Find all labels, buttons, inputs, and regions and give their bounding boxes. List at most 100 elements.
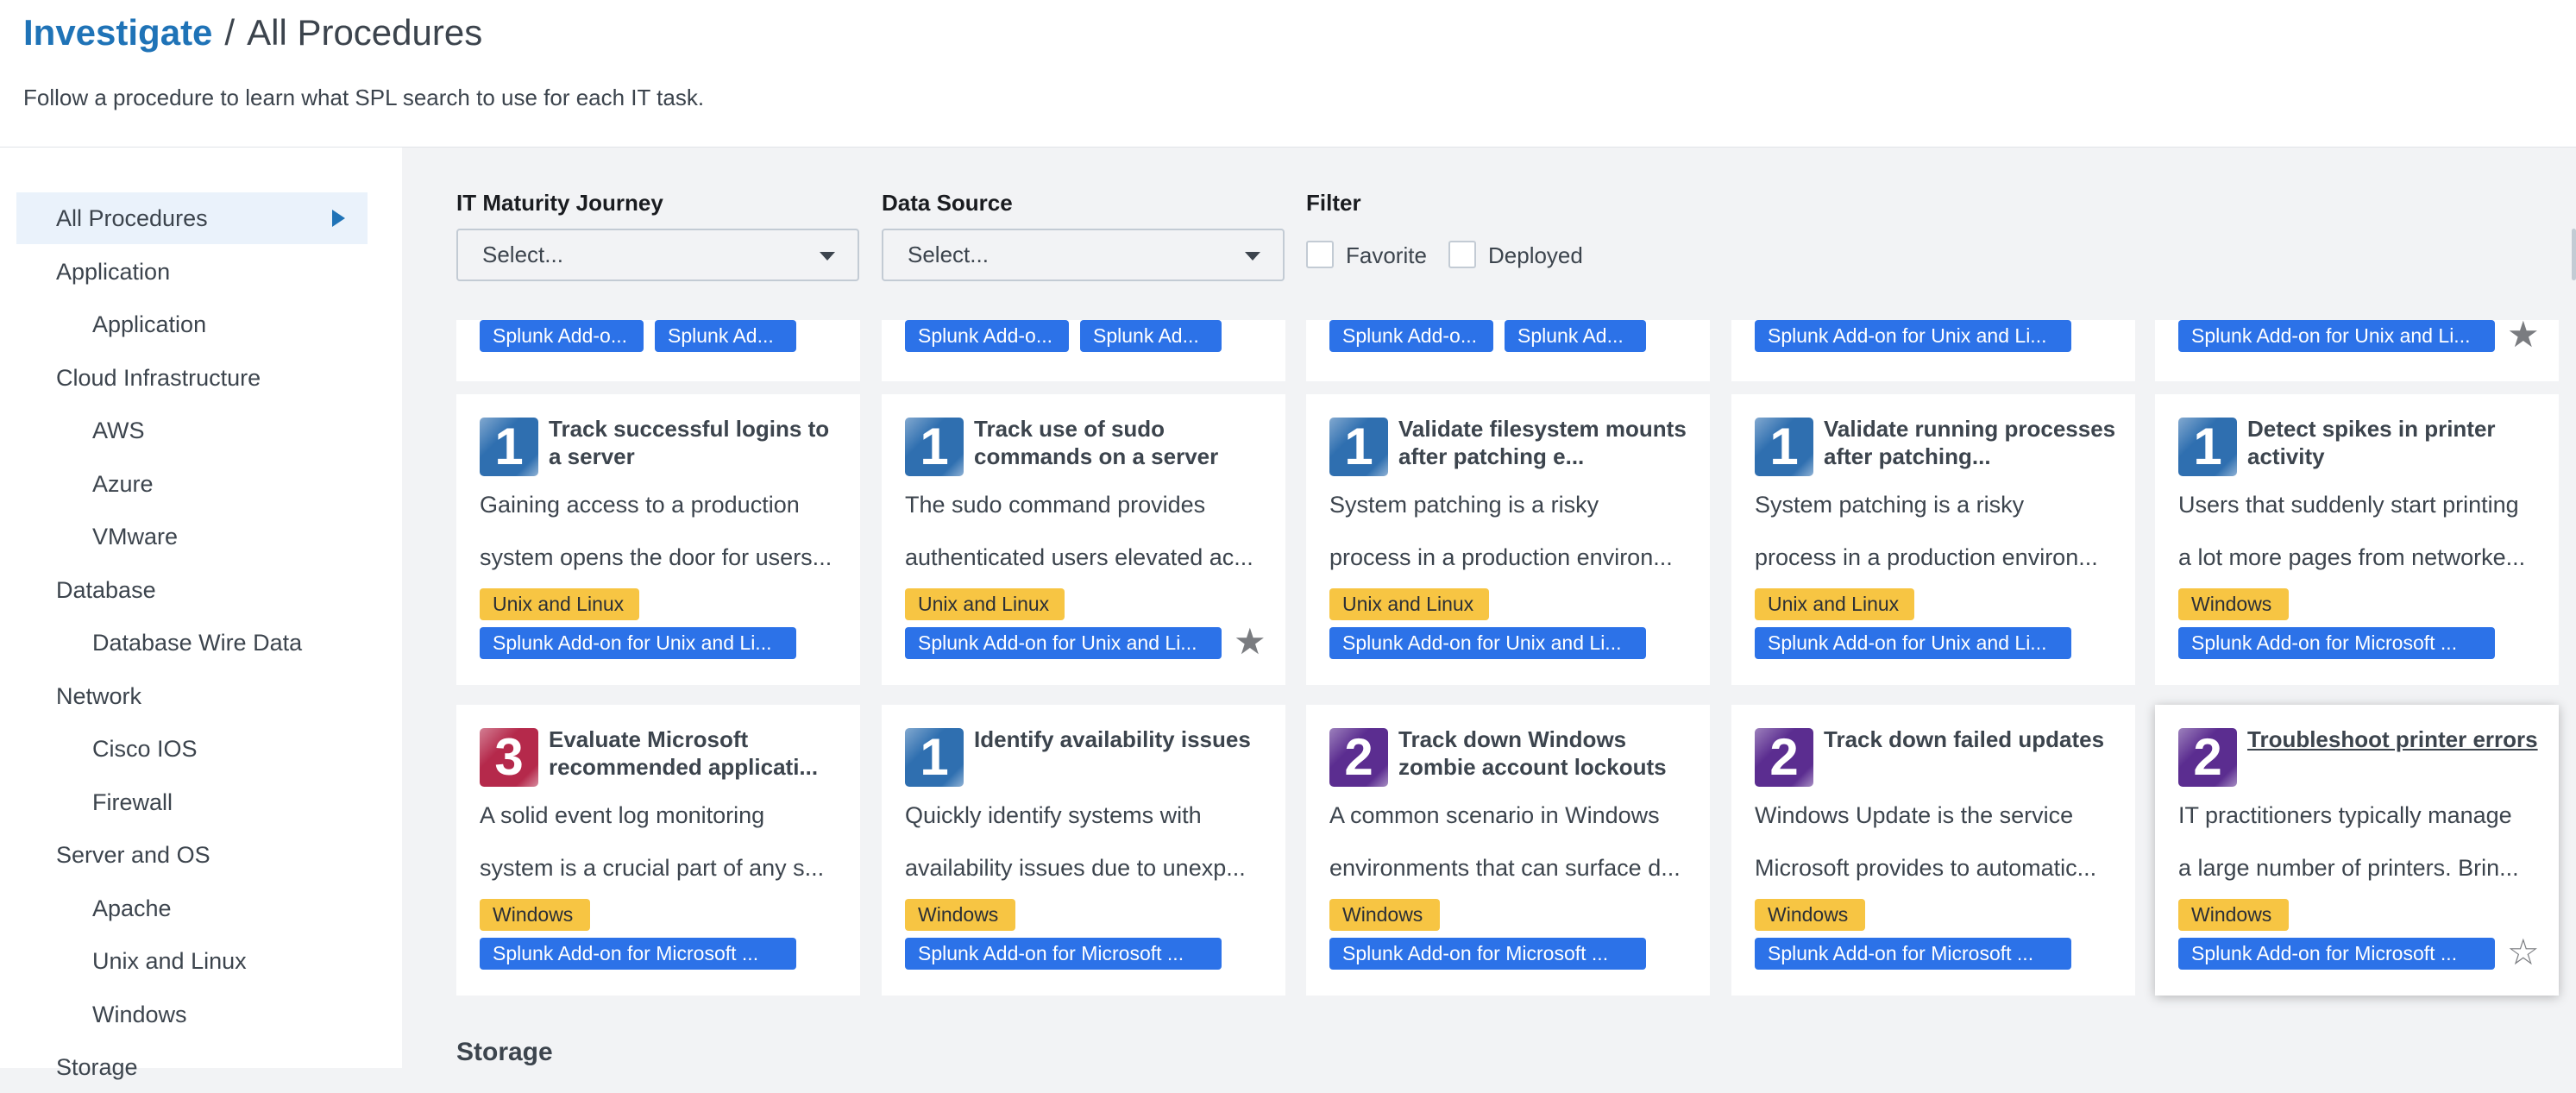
datasource-select-value: Select... — [908, 242, 989, 267]
sidebar-item[interactable]: Unix and Linux — [16, 935, 368, 987]
sidebar-item-label: Firewall — [92, 788, 173, 815]
sidebar-item[interactable]: Application — [16, 298, 368, 350]
description-line: Windows Update is the service — [1755, 802, 2074, 828]
addon-tag[interactable]: Splunk Add-on for Unix and Li... — [480, 627, 796, 659]
procedure-description: A solid event log monitoring system is a … — [480, 789, 842, 895]
procedure-title[interactable]: Validate filesystem mounts after patchin… — [1398, 415, 1692, 470]
favorite-label[interactable]: Favorite — [1346, 242, 1427, 269]
procedure-card-partial[interactable]: Splunk Add-on for Unix and Li... — [1731, 320, 2135, 381]
sidebar-item[interactable]: All Procedures — [16, 192, 368, 244]
addon-tag[interactable]: Splunk Add-o... — [1329, 320, 1493, 352]
procedure-title[interactable]: Validate running processes after patchin… — [1824, 415, 2117, 470]
sidebar-item[interactable]: Database — [16, 564, 368, 616]
sidebar-item[interactable]: Server and OS — [16, 829, 368, 881]
procedure-card-partial[interactable]: Splunk Add-o... Splunk Ad... — [456, 320, 860, 381]
procedure-card-partial[interactable]: Splunk Add-o... Splunk Ad... — [1306, 320, 1710, 381]
maturity-select[interactable]: Select... — [456, 229, 859, 281]
category-tag[interactable]: Windows — [1329, 899, 1440, 931]
procedure-description: IT practitioners typically manage a large… — [2178, 789, 2541, 895]
sidebar-item[interactable]: Apache — [16, 883, 368, 934]
category-tag[interactable]: Windows — [905, 899, 1015, 931]
procedure-title[interactable]: Track down Windows zombie account lockou… — [1398, 726, 1692, 781]
breadcrumb-current: All Procedures — [247, 12, 483, 53]
sidebar-item-label: AWS — [92, 418, 145, 443]
sidebar-item[interactable]: Windows — [16, 989, 368, 1040]
procedure-card[interactable]: 1 Track successful logins to a server Gain… — [456, 394, 860, 685]
sidebar-item[interactable]: Azure — [16, 458, 368, 510]
addon-tag[interactable]: Splunk Ad... — [1505, 320, 1646, 352]
procedure-title[interactable]: Evaluate Microsoft recommended applicati… — [549, 726, 842, 781]
maturity-level-1-icon: 1 — [905, 728, 964, 787]
procedure-card[interactable]: 1 Validate running processes after patchi… — [1731, 394, 2135, 685]
sidebar-item[interactable]: VMware — [16, 511, 368, 562]
addon-tag[interactable]: Splunk Add-on for Unix and Li... — [2178, 320, 2495, 352]
category-tag[interactable]: Windows — [2178, 588, 2289, 620]
sidebar-item[interactable]: Storage — [16, 1041, 368, 1093]
addon-tag[interactable]: Splunk Add-o... — [480, 320, 644, 352]
addon-tag[interactable]: Splunk Add-on for Microsoft ... — [2178, 938, 2495, 970]
breadcrumb-investigate[interactable]: Investigate — [23, 12, 212, 53]
procedure-card[interactable]: 2 Troubleshoot printer errors IT practitio… — [2155, 705, 2559, 996]
star-filled-icon[interactable]: ★ — [2507, 317, 2540, 353]
procedure-title[interactable]: Detect spikes in printer activity — [2247, 415, 2541, 470]
sidebar-item-label: Windows — [92, 1001, 187, 1027]
sidebar-item[interactable]: AWS — [16, 405, 368, 456]
description-line: Users that suddenly start printing — [2178, 492, 2519, 518]
procedure-card-partial[interactable]: Splunk Add-o... Splunk Ad... — [882, 320, 1285, 381]
category-tag[interactable]: Unix and Linux — [905, 588, 1065, 620]
procedure-title[interactable]: Troubleshoot printer errors — [2247, 726, 2541, 753]
scrollbar[interactable] — [2572, 229, 2576, 280]
procedure-card[interactable]: 1 Detect spikes in printer activity Users … — [2155, 394, 2559, 685]
category-tag[interactable]: Unix and Linux — [480, 588, 639, 620]
datasource-label: Data Source — [882, 190, 1013, 216]
procedure-card-partial[interactable]: Splunk Add-on for Unix and Li... ★ — [2155, 317, 2559, 381]
favorite-checkbox[interactable] — [1306, 241, 1334, 268]
category-tag[interactable]: Windows — [2178, 899, 2289, 931]
addon-tag[interactable]: Splunk Add-o... — [905, 320, 1069, 352]
sidebar-item[interactable]: Firewall — [16, 776, 368, 828]
addon-tag[interactable]: Splunk Add-on for Microsoft ... — [1755, 938, 2071, 970]
procedure-title[interactable]: Track successful logins to a server — [549, 415, 842, 470]
procedure-title[interactable]: Identify availability issues — [974, 726, 1267, 753]
addon-tag[interactable]: Splunk Add-on for Microsoft ... — [1329, 938, 1646, 970]
addon-tag[interactable]: Splunk Add-on for Microsoft ... — [2178, 627, 2495, 659]
addon-tag[interactable]: Splunk Add-on for Microsoft ... — [905, 938, 1222, 970]
category-tag[interactable]: Unix and Linux — [1329, 588, 1489, 620]
procedure-description: A common scenario in Windows environments… — [1329, 789, 1692, 895]
star-filled-icon[interactable]: ★ — [1234, 624, 1266, 660]
procedure-card[interactable]: 1 Identify availability issues Quickly ide… — [882, 705, 1285, 996]
maturity-level-1-icon: 1 — [1755, 418, 1813, 476]
deployed-checkbox[interactable] — [1448, 241, 1476, 268]
sidebar-item[interactable]: Application — [16, 246, 368, 298]
description-line: A solid event log monitoring — [480, 802, 765, 828]
datasource-select[interactable]: Select... — [882, 229, 1285, 281]
procedure-card[interactable]: 2 Track down failed updates Windows Update… — [1731, 705, 2135, 996]
procedure-title[interactable]: Track down failed updates — [1824, 726, 2117, 753]
procedure-card[interactable]: 1 Track use of sudo commands on a server T… — [882, 394, 1285, 685]
addon-tag[interactable]: Splunk Add-on for Unix and Li... — [1329, 627, 1646, 659]
maturity-level-1-icon: 1 — [2178, 418, 2237, 476]
procedure-title[interactable]: Track use of sudo commands on a server — [974, 415, 1267, 470]
deployed-label[interactable]: Deployed — [1488, 242, 1583, 269]
sidebar-item[interactable]: Cisco IOS — [16, 723, 368, 775]
addon-tag[interactable]: Splunk Add-on for Unix and Li... — [1755, 627, 2071, 659]
category-tag[interactable]: Unix and Linux — [1755, 588, 1914, 620]
addon-tag[interactable]: Splunk Add-on for Microsoft ... — [480, 938, 796, 970]
sidebar-item[interactable]: Cloud Infrastructure — [16, 352, 368, 404]
sidebar-item-label: Azure — [92, 470, 154, 497]
category-tag[interactable]: Windows — [1755, 899, 1865, 931]
sidebar-item[interactable]: Network — [16, 670, 368, 722]
maturity-level-2-icon: 2 — [2178, 728, 2237, 787]
procedure-card[interactable]: 1 Validate filesystem mounts after patchi… — [1306, 394, 1710, 685]
addon-tag[interactable]: Splunk Ad... — [1080, 320, 1222, 352]
sidebar-item[interactable]: Database Wire Data — [16, 617, 368, 669]
star-outline-icon[interactable]: ☆ — [2507, 934, 2540, 971]
sidebar-item-label: Database Wire Data — [92, 630, 303, 656]
addon-tag[interactable]: Splunk Add-on for Unix and Li... — [1755, 320, 2071, 352]
addon-tag[interactable]: Splunk Ad... — [655, 320, 796, 352]
sidebar-item-label: Storage — [56, 1054, 138, 1080]
procedure-card[interactable]: 2 Track down Windows zombie account locko… — [1306, 705, 1710, 996]
addon-tag[interactable]: Splunk Add-on for Unix and Li... — [905, 627, 1222, 659]
procedure-card[interactable]: 3 Evaluate Microsoft recommended applicat… — [456, 705, 860, 996]
category-tag[interactable]: Windows — [480, 899, 590, 931]
